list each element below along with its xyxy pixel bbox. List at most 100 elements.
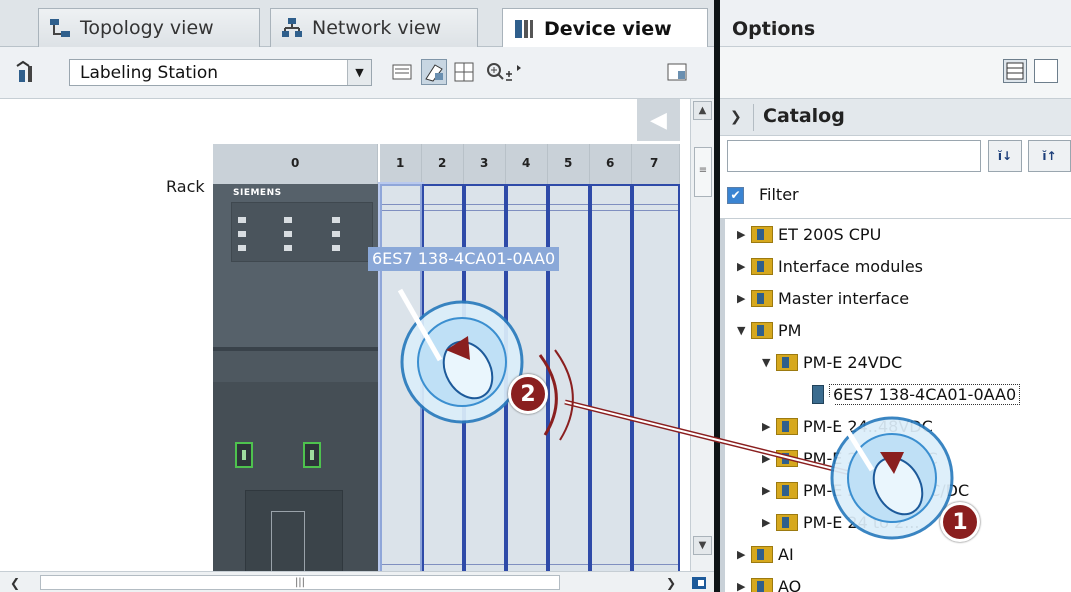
topology-icon bbox=[49, 17, 71, 39]
tab-network-view[interactable]: Network view bbox=[270, 8, 478, 47]
tree-item-et200s-cpu[interactable]: ▶ ET 200S CPU bbox=[737, 219, 881, 249]
tree-item-ao[interactable]: ▶ AO bbox=[737, 571, 801, 592]
expand-icon[interactable]: ▶ bbox=[737, 580, 751, 592]
slot-7[interactable] bbox=[632, 184, 680, 592]
canvas-vertical-scrollbar[interactable]: ▲ ≡ ▼ bbox=[690, 99, 714, 571]
expand-icon[interactable]: ▶ bbox=[737, 548, 751, 561]
device-icon bbox=[513, 18, 535, 40]
tab-device-label: Device view bbox=[544, 17, 672, 40]
tree-item-pm[interactable]: ▼ PM bbox=[737, 315, 801, 345]
search-up-icon[interactable]: ĭ↑ bbox=[1028, 140, 1071, 172]
tree-item-label: AO bbox=[778, 576, 802, 592]
grid-icon[interactable] bbox=[451, 59, 477, 85]
folder-icon bbox=[751, 577, 773, 592]
catalog-tree[interactable]: ▶ ET 200S CPU ▶ Interface modules ▶ Master … bbox=[720, 218, 1071, 592]
options-layout-icon[interactable] bbox=[1003, 59, 1027, 83]
tree-item-label: ET 200S CPU bbox=[778, 224, 882, 244]
expand-icon[interactable]: ▶ bbox=[737, 292, 751, 305]
slot-header-7: 7 bbox=[632, 144, 680, 184]
catalog-header[interactable]: ❯ Catalog bbox=[720, 99, 1071, 136]
collapse-icon[interactable]: ▼ bbox=[762, 356, 776, 369]
device-canvas[interactable]: ◀ Rack 0 1 2 3 4 5 6 7 SIEMENS 6ES7 138-… bbox=[0, 99, 690, 592]
folder-icon bbox=[776, 449, 798, 467]
tree-item-master-interface[interactable]: ▶ Master interface bbox=[737, 283, 909, 313]
slot-number: 3 bbox=[480, 156, 489, 170]
tree-gutter bbox=[720, 219, 725, 592]
overview-icon[interactable] bbox=[690, 574, 708, 591]
plc-divider bbox=[213, 347, 378, 351]
station-select-value: Labeling Station bbox=[80, 63, 218, 83]
filter-label: Filter bbox=[759, 185, 799, 204]
chevron-left-icon[interactable]: ❮ bbox=[6, 574, 24, 591]
tree-item-label: PM-E 24..48VDC bbox=[803, 416, 933, 436]
zoom-icon[interactable] bbox=[484, 59, 526, 85]
chevron-right-icon[interactable]: ❯ bbox=[662, 574, 680, 591]
expand-icon[interactable]: ▶ bbox=[762, 484, 776, 497]
slot-5[interactable] bbox=[548, 184, 590, 592]
chevron-left-icon[interactable]: ◀ bbox=[637, 99, 680, 141]
scroll-thumb[interactable]: ||| bbox=[40, 575, 560, 590]
canvas-horizontal-scrollbar[interactable]: ❮ ||| ❯ bbox=[0, 571, 714, 592]
search-down-icon[interactable]: ĭ↓ bbox=[988, 140, 1022, 172]
plc-lower-panel bbox=[213, 382, 378, 592]
slot-3[interactable] bbox=[464, 184, 506, 592]
chevron-down-icon[interactable]: ▼ bbox=[347, 60, 371, 85]
chevron-down-icon[interactable]: ▼ bbox=[693, 536, 712, 555]
catalog-title: Catalog bbox=[763, 105, 845, 127]
expand-icon[interactable]: ▶ bbox=[737, 228, 751, 241]
expand-icon[interactable]: ▶ bbox=[762, 420, 776, 433]
tab-topology-view[interactable]: Topology view bbox=[38, 8, 260, 47]
folder-icon bbox=[751, 225, 773, 243]
device-data-icon[interactable] bbox=[389, 59, 415, 85]
profinet-port-1[interactable] bbox=[235, 442, 253, 468]
tree-item-pm-e-24-48-vdc[interactable]: ▶ PM-E 24..48 VDC bbox=[762, 443, 938, 473]
expand-icon[interactable]: ▶ bbox=[737, 260, 751, 273]
tree-item-pm-e-24vdc[interactable]: ▼ PM-E 24VDC bbox=[762, 347, 902, 377]
folder-icon bbox=[776, 513, 798, 531]
slot-number: 1 bbox=[396, 156, 405, 170]
interface-module[interactable]: SIEMENS bbox=[213, 184, 378, 592]
view-tab-bar: Topology view Network view Device view bbox=[0, 0, 714, 48]
tree-item-interface-modules[interactable]: ▶ Interface modules bbox=[737, 251, 923, 281]
show-labels-icon[interactable] bbox=[421, 59, 447, 85]
folder-icon bbox=[751, 545, 773, 563]
station-select[interactable]: Labeling Station ▼ bbox=[69, 59, 372, 86]
plc-front-panel: SIEMENS bbox=[213, 184, 378, 347]
tree-item-pm-e-24-to-2[interactable]: ▶ PM-E 24 to 2... bbox=[762, 507, 919, 537]
tree-item-pm-e-24-48vdc[interactable]: ▶ PM-E 24..48VDC bbox=[762, 411, 933, 441]
slot-2[interactable] bbox=[422, 184, 464, 592]
tree-item-label: PM-E 24..230VAC/DC bbox=[803, 480, 970, 500]
slot-number: 2 bbox=[438, 156, 447, 170]
slot-number: 7 bbox=[650, 156, 659, 170]
profinet-port-2[interactable] bbox=[303, 442, 321, 468]
expand-icon[interactable]: ▶ bbox=[762, 452, 776, 465]
tab-device-view[interactable]: Device view bbox=[502, 8, 708, 48]
folder-icon bbox=[751, 321, 773, 339]
options-toolbar bbox=[720, 47, 1071, 99]
device-network-icon[interactable] bbox=[14, 59, 40, 85]
slot-number: 0 bbox=[291, 156, 300, 170]
expand-icon[interactable]: ▶ bbox=[762, 516, 776, 529]
plc-brand: SIEMENS bbox=[233, 188, 282, 198]
scroll-thumb[interactable]: ≡ bbox=[694, 147, 712, 197]
tree-item-label: Interface modules bbox=[778, 256, 924, 276]
options-window-icon[interactable] bbox=[1034, 59, 1058, 83]
tree-item-pm-e-24-230[interactable]: ▶ PM-E 24..230VAC/DC bbox=[762, 475, 969, 505]
slot-1[interactable] bbox=[380, 184, 422, 592]
chevron-down-icon[interactable]: ❯ bbox=[730, 109, 742, 125]
slot-6[interactable] bbox=[590, 184, 632, 592]
chevron-up-icon[interactable]: ▲ bbox=[693, 101, 712, 120]
tree-item-module-6es7[interactable]: 6ES7 138-4CA01-0AA0 bbox=[812, 379, 1021, 409]
collapse-icon[interactable]: ▼ bbox=[737, 324, 751, 337]
slot-header-6: 6 bbox=[590, 144, 632, 184]
slot-number: 4 bbox=[522, 156, 531, 170]
tree-item-label: PM bbox=[778, 320, 802, 340]
tree-item-ai[interactable]: ▶ AI bbox=[737, 539, 794, 569]
catalog-search-input[interactable] bbox=[727, 140, 981, 172]
panel-toggle-icon[interactable] bbox=[664, 59, 690, 85]
led-panel bbox=[231, 202, 373, 262]
options-header: Options bbox=[720, 0, 1071, 47]
folder-icon bbox=[776, 417, 798, 435]
filter-checkbox[interactable]: ✔ bbox=[727, 187, 744, 204]
slot-header-2: 2 bbox=[422, 144, 464, 184]
